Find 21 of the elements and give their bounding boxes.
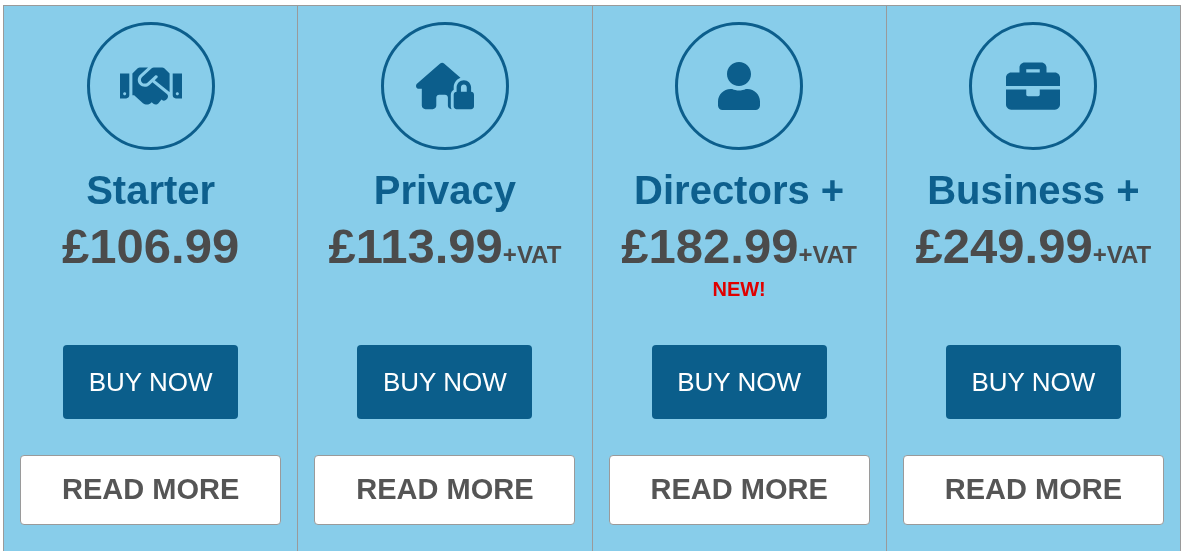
- read-more-button[interactable]: READ MORE: [314, 455, 576, 525]
- buy-now-button[interactable]: BUY NOW: [651, 345, 827, 419]
- plan-title: Business +: [927, 167, 1140, 214]
- buy-now-button[interactable]: BUY NOW: [945, 345, 1121, 419]
- buy-now-button[interactable]: BUY NOW: [63, 345, 239, 419]
- buy-now-button[interactable]: BUY NOW: [357, 345, 533, 419]
- plan-price: £113.99: [328, 218, 503, 274]
- plan-title: Privacy: [373, 167, 517, 214]
- vat-note: +VAT: [502, 241, 562, 270]
- plan-title: Starter: [86, 167, 216, 214]
- read-more-button[interactable]: READ MORE: [608, 455, 870, 525]
- plan-price: £182.99: [621, 218, 799, 274]
- read-more-button[interactable]: READ MORE: [20, 455, 282, 525]
- vat-note: +VAT: [1092, 241, 1152, 270]
- plan-price: £106.99: [62, 218, 240, 274]
- briefcase-icon: [1006, 59, 1061, 113]
- plan-price: £249.99: [915, 218, 1093, 274]
- vat-note: +VAT: [798, 240, 857, 270]
- new-label: NEW!: [712, 277, 766, 302]
- read-more-button[interactable]: READ MORE: [902, 455, 1164, 525]
- plan-title: Directors +: [634, 167, 845, 214]
